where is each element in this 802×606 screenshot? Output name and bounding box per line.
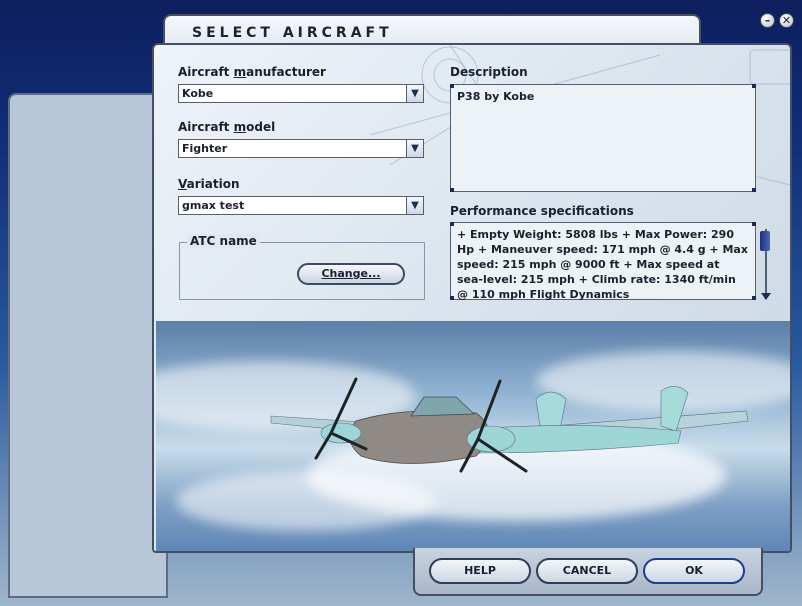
corner-mark — [450, 222, 454, 226]
ok-button[interactable]: OK — [643, 558, 745, 584]
corner-mark — [752, 188, 756, 192]
description-box[interactable]: P38 by Kobe — [450, 84, 756, 192]
model-label: Aircraft model — [178, 120, 276, 134]
left-background-panel — [8, 93, 168, 598]
manufacturer-value: Kobe — [182, 87, 214, 100]
model-value: Fighter — [182, 142, 228, 155]
performance-box[interactable]: + Empty Weight: 5808 lbs + Max Power: 29… — [450, 222, 756, 301]
model-dropdown[interactable]: Fighter ▼ — [178, 139, 424, 158]
corner-mark — [450, 296, 454, 300]
corner-mark — [752, 296, 756, 300]
corner-mark — [752, 84, 756, 88]
chevron-down-icon[interactable]: ▼ — [406, 85, 423, 102]
variation-dropdown[interactable]: gmax test ▼ — [178, 196, 424, 215]
window-title: SELECT AIRCRAFT — [192, 25, 393, 41]
cancel-button[interactable]: CANCEL — [536, 558, 638, 584]
manufacturer-dropdown[interactable]: Kobe ▼ — [178, 84, 424, 103]
corner-mark — [752, 222, 756, 226]
main-panel: Aircraft manufacturer Kobe ▼ Aircraft mo… — [152, 43, 792, 553]
help-button[interactable]: HELP — [429, 558, 531, 584]
chevron-down-icon[interactable]: ▼ — [406, 140, 423, 157]
corner-mark — [450, 84, 454, 88]
scroll-down-arrow-icon[interactable] — [761, 293, 771, 301]
corner-mark — [450, 188, 454, 192]
aircraft-model — [270, 377, 749, 473]
change-button[interactable]: Change... — [297, 263, 405, 285]
aircraft-preview — [156, 321, 790, 551]
manufacturer-label: Aircraft manufacturer — [178, 65, 326, 79]
performance-text: + Empty Weight: 5808 lbs + Max Power: 29… — [457, 228, 748, 301]
atc-name-group: ATC name Change... — [179, 234, 425, 300]
variation-label: Variation — [178, 177, 240, 191]
atc-name-label: ATC name — [187, 234, 260, 248]
bottom-button-bar: HELP CANCEL OK — [413, 548, 763, 596]
description-text: P38 by Kobe — [457, 90, 535, 103]
variation-value: gmax test — [182, 199, 245, 212]
scroll-thumb[interactable] — [760, 231, 770, 251]
chevron-down-icon[interactable]: ▼ — [406, 197, 423, 214]
performance-label: Performance specifications — [450, 204, 634, 218]
close-button[interactable]: ✕ — [779, 13, 794, 28]
performance-scrollbar[interactable] — [759, 225, 773, 302]
minimize-button[interactable]: – — [760, 13, 775, 28]
description-label: Description — [450, 65, 528, 79]
